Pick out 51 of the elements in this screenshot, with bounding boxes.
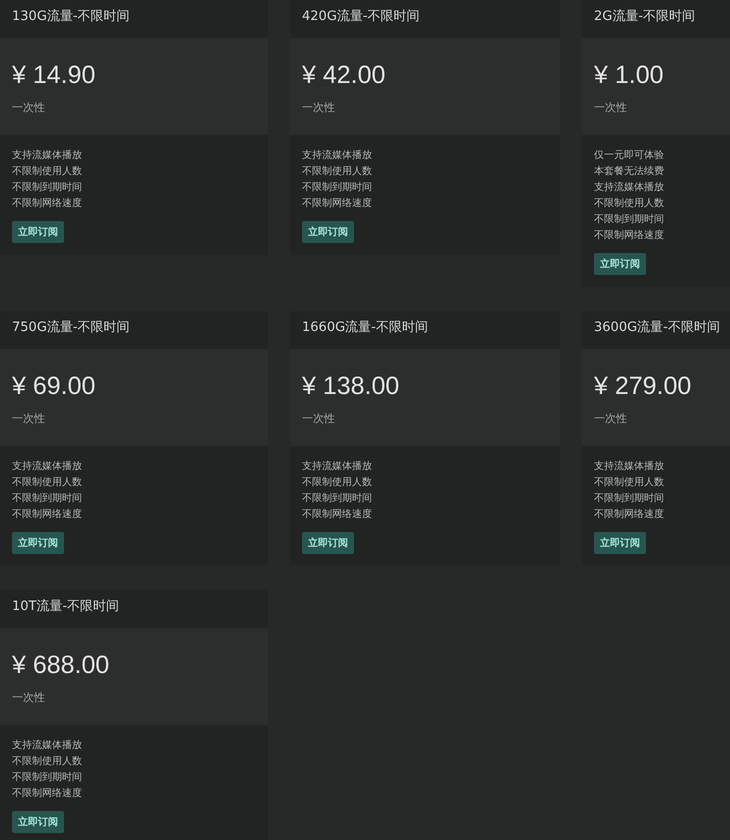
billing-period: 一次性 [12, 411, 46, 426]
feature-text: 不限制到期时间 [302, 492, 372, 506]
feature-text: 不限制到期时间 [12, 770, 82, 785]
feature-text: 不限制网络速度 [12, 196, 82, 211]
feature-text: 不限制使用人数 [302, 476, 372, 490]
feature-text: 支持流媒体播放 [12, 460, 82, 474]
feature-text: 本套餐无法续费 [594, 164, 664, 179]
feature-text: 不限制网络速度 [594, 508, 664, 522]
feature-text: 不限制到期时间 [12, 492, 82, 506]
feature-text: 支持流媒体播放 [594, 180, 664, 195]
feature-text: 不限制使用人数 [302, 164, 372, 179]
feature-text: 不限制网络速度 [12, 508, 82, 522]
feature-text: 不限制使用人数 [12, 476, 82, 490]
feature-text: 不限制使用人数 [12, 164, 82, 179]
feature-text: 不限制网络速度 [12, 786, 82, 801]
feature-text: 不限制使用人数 [594, 196, 664, 211]
subscribe-button[interactable]: 立即订阅 [594, 253, 646, 275]
feature-text: 不限制网络速度 [594, 228, 664, 243]
subscribe-button[interactable]: 立即订阅 [12, 811, 64, 833]
subscribe-button[interactable]: 立即订阅 [12, 532, 64, 554]
subscribe-button[interactable]: 立即订阅 [302, 221, 354, 243]
feature-text: 支持流媒体播放 [302, 460, 372, 474]
plan-price: ¥ 69.00 [12, 371, 96, 401]
billing-period: 一次性 [594, 411, 628, 426]
subscribe-button[interactable]: 立即订阅 [594, 532, 646, 554]
feature-text: 不限制到期时间 [594, 212, 664, 227]
feature-text: 支持流媒体播放 [594, 460, 664, 474]
feature-text: 仅一元即可体验 [594, 149, 664, 163]
plan-price: ¥ 688.00 [12, 650, 110, 680]
subscribe-button[interactable]: 立即订阅 [12, 221, 64, 243]
feature-text: 不限制网络速度 [302, 196, 372, 211]
billing-period: 一次性 [12, 100, 46, 115]
feature-text: 支持流媒体播放 [302, 148, 372, 163]
billing-period: 一次性 [12, 690, 46, 705]
plan-price: ¥ 42.00 [302, 60, 386, 90]
feature-text: 不限制到期时间 [302, 180, 372, 195]
billing-period: 一次性 [594, 100, 628, 115]
feature-text: 不限制到期时间 [12, 180, 82, 195]
feature-text: 不限制使用人数 [594, 476, 664, 490]
plan-price: ¥ 138.00 [302, 371, 400, 401]
feature-text: 不限制网络速度 [302, 508, 372, 522]
feature-text: 支持流媒体播放 [12, 148, 82, 163]
feature-text: 不限制使用人数 [12, 754, 82, 769]
feature-text: 不限制到期时间 [594, 492, 664, 506]
feature-text: 支持流媒体播放 [12, 738, 82, 753]
plan-price: ¥ 1.00 [594, 60, 665, 90]
subscribe-button[interactable]: 立即订阅 [302, 532, 354, 554]
billing-period: 一次性 [302, 100, 336, 115]
plan-price: ¥ 14.90 [12, 60, 96, 90]
billing-period: 一次性 [302, 411, 336, 426]
plan-price: ¥ 279.00 [594, 371, 692, 401]
